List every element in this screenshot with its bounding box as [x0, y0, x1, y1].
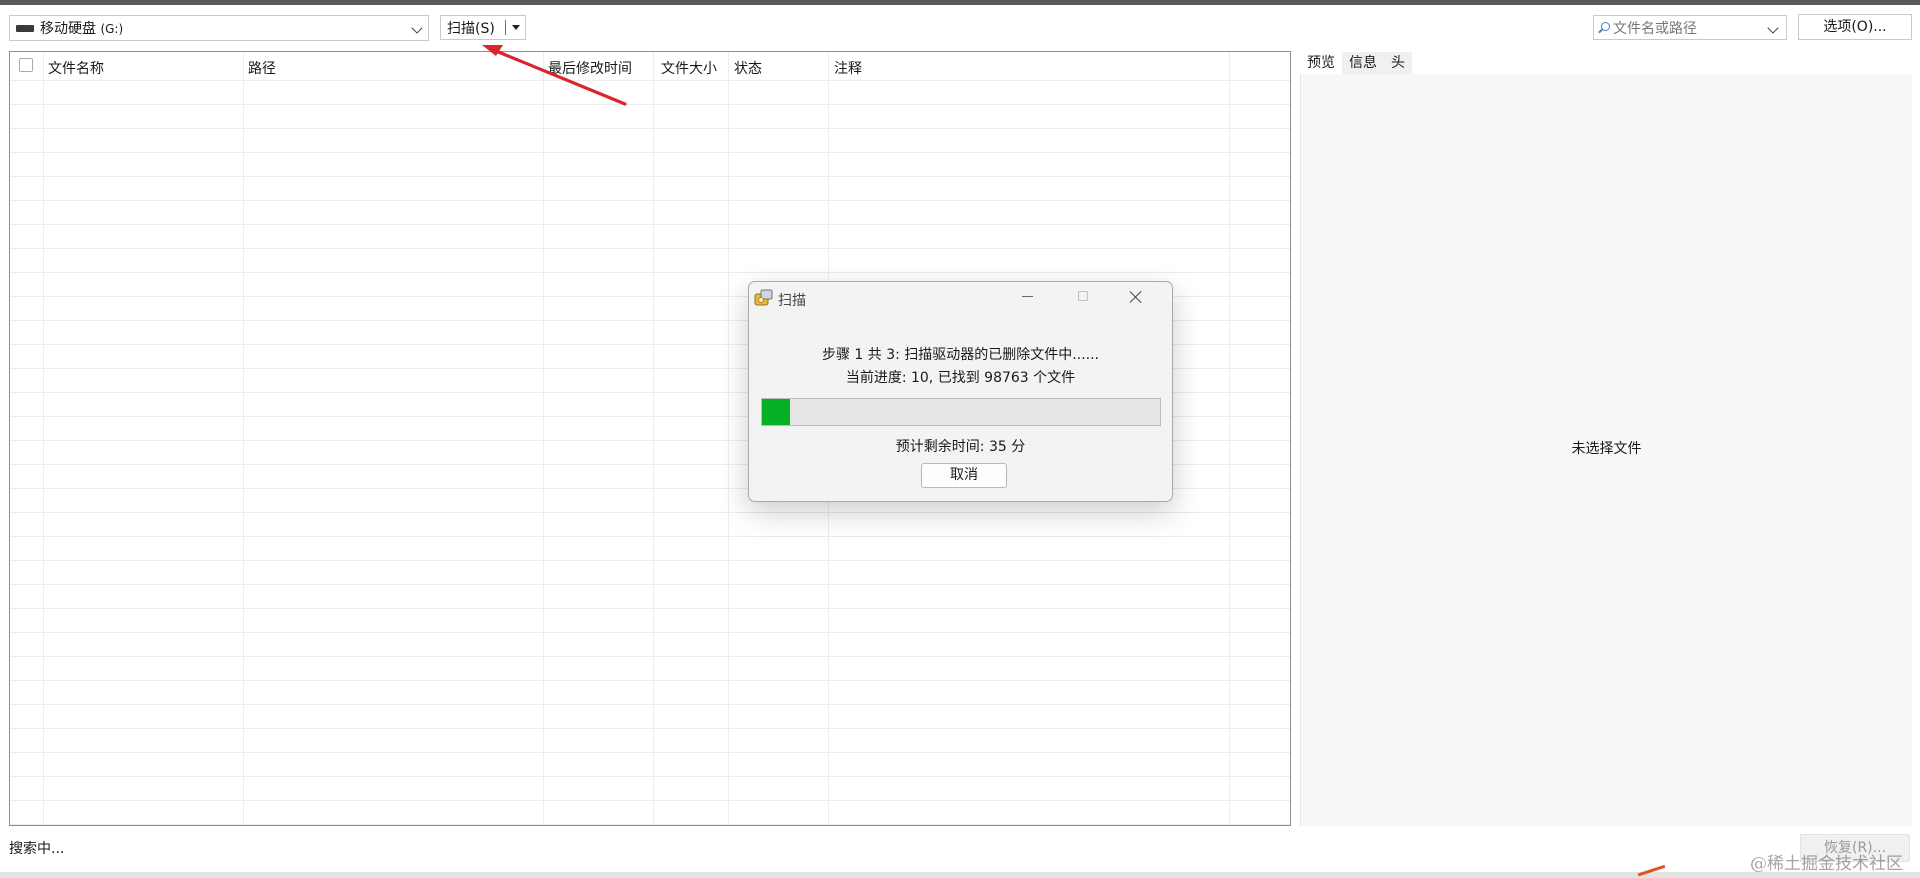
grid-row-line	[10, 752, 1290, 753]
grid-row-line	[10, 680, 1290, 681]
grid-row-line	[10, 536, 1290, 537]
column-header-path[interactable]: 路径	[248, 58, 276, 78]
eta-text: 预计剩余时间: 35 分	[895, 439, 1026, 455]
app-icon	[754, 289, 773, 306]
grid-row-line	[10, 584, 1290, 585]
grid-row-line	[10, 704, 1290, 705]
grid-row-line	[10, 152, 1290, 153]
preview-empty-text: 未选择文件	[1571, 441, 1642, 457]
scan-progress-text: 当前进度: 10, 已找到 98763 个文件	[845, 370, 1076, 386]
drive-select-label: 移动硬盘 (G:)	[40, 21, 124, 37]
grid-row-line	[10, 800, 1290, 801]
grid-row-line	[10, 176, 1290, 177]
grid-row-line	[10, 728, 1290, 729]
grid-column-line	[543, 52, 544, 825]
grid-column-line	[1229, 52, 1230, 825]
grid-row-line	[10, 824, 1290, 825]
minimize-icon[interactable]	[1022, 296, 1033, 297]
column-header-state[interactable]: 状态	[734, 58, 762, 78]
dialog-titlebar[interactable]: 扫描	[749, 282, 1172, 314]
grid-row-line	[10, 248, 1290, 249]
grid-column-line	[728, 52, 729, 825]
grid-row-line	[10, 104, 1290, 105]
scan-step-text: 步骤 1 共 3: 扫描驱动器的已删除文件中......	[821, 347, 1100, 363]
grid-row-line	[10, 224, 1290, 225]
column-header-size[interactable]: 文件大小	[661, 58, 717, 78]
scan-split-button: 扫描(S)	[440, 15, 526, 40]
scan-button[interactable]: 扫描(S)	[441, 16, 505, 39]
scan-dropdown-button[interactable]	[506, 16, 525, 39]
tab-info[interactable]: 信息	[1342, 52, 1384, 74]
grid-column-line	[653, 52, 654, 825]
preview-panel: 未选择文件	[1300, 74, 1912, 826]
grid-column-line	[43, 52, 44, 825]
tab-preview[interactable]: 预览	[1300, 52, 1342, 74]
cancel-button[interactable]: 取消	[921, 463, 1007, 488]
options-button[interactable]: 选项(O)...	[1798, 14, 1912, 40]
status-text: 搜索中...	[9, 841, 65, 857]
grid-row-line	[10, 776, 1290, 777]
maximize-icon	[1078, 291, 1088, 301]
grid-row-line	[10, 80, 1290, 81]
bottom-border	[0, 872, 1920, 878]
grid-row-line	[10, 200, 1290, 201]
grid-row-line	[10, 272, 1290, 273]
scan-dialog: 扫描 步骤 1 共 3: 扫描驱动器的已删除文件中...... 当前进度: 10…	[748, 281, 1173, 502]
grid-row-line	[10, 128, 1290, 129]
grid-row-line	[10, 632, 1290, 633]
progress-bar	[761, 398, 1161, 426]
tab-header[interactable]: 头	[1384, 52, 1412, 74]
watermark: @稀土掘金技术社区	[1750, 854, 1903, 874]
progress-fill	[762, 399, 790, 425]
column-header-comment[interactable]: 注释	[834, 58, 862, 78]
top-border	[0, 0, 1920, 5]
search-input[interactable]: 文件名或路径	[1593, 15, 1787, 40]
search-placeholder: 文件名或路径	[1613, 20, 1697, 37]
grid-row-line	[10, 656, 1290, 657]
grid-column-line	[243, 52, 244, 825]
grid-row-line	[10, 608, 1290, 609]
close-icon[interactable]	[1129, 290, 1143, 304]
dialog-title: 扫描	[778, 293, 806, 309]
select-all-checkbox[interactable]	[19, 58, 33, 72]
chevron-down-icon	[1767, 22, 1779, 34]
chevron-down-icon	[411, 22, 423, 34]
caret-down-icon	[511, 25, 520, 30]
column-header-name[interactable]: 文件名称	[48, 58, 104, 78]
search-icon	[1598, 21, 1610, 34]
grid-row-line	[10, 512, 1290, 513]
column-header-modified[interactable]: 最后修改时间	[548, 58, 632, 78]
drive-icon	[16, 24, 34, 32]
drive-select[interactable]: 移动硬盘 (G:)	[9, 15, 429, 41]
grid-row-line	[10, 560, 1290, 561]
preview-tabs: 预览 信息 头	[1300, 52, 1412, 74]
